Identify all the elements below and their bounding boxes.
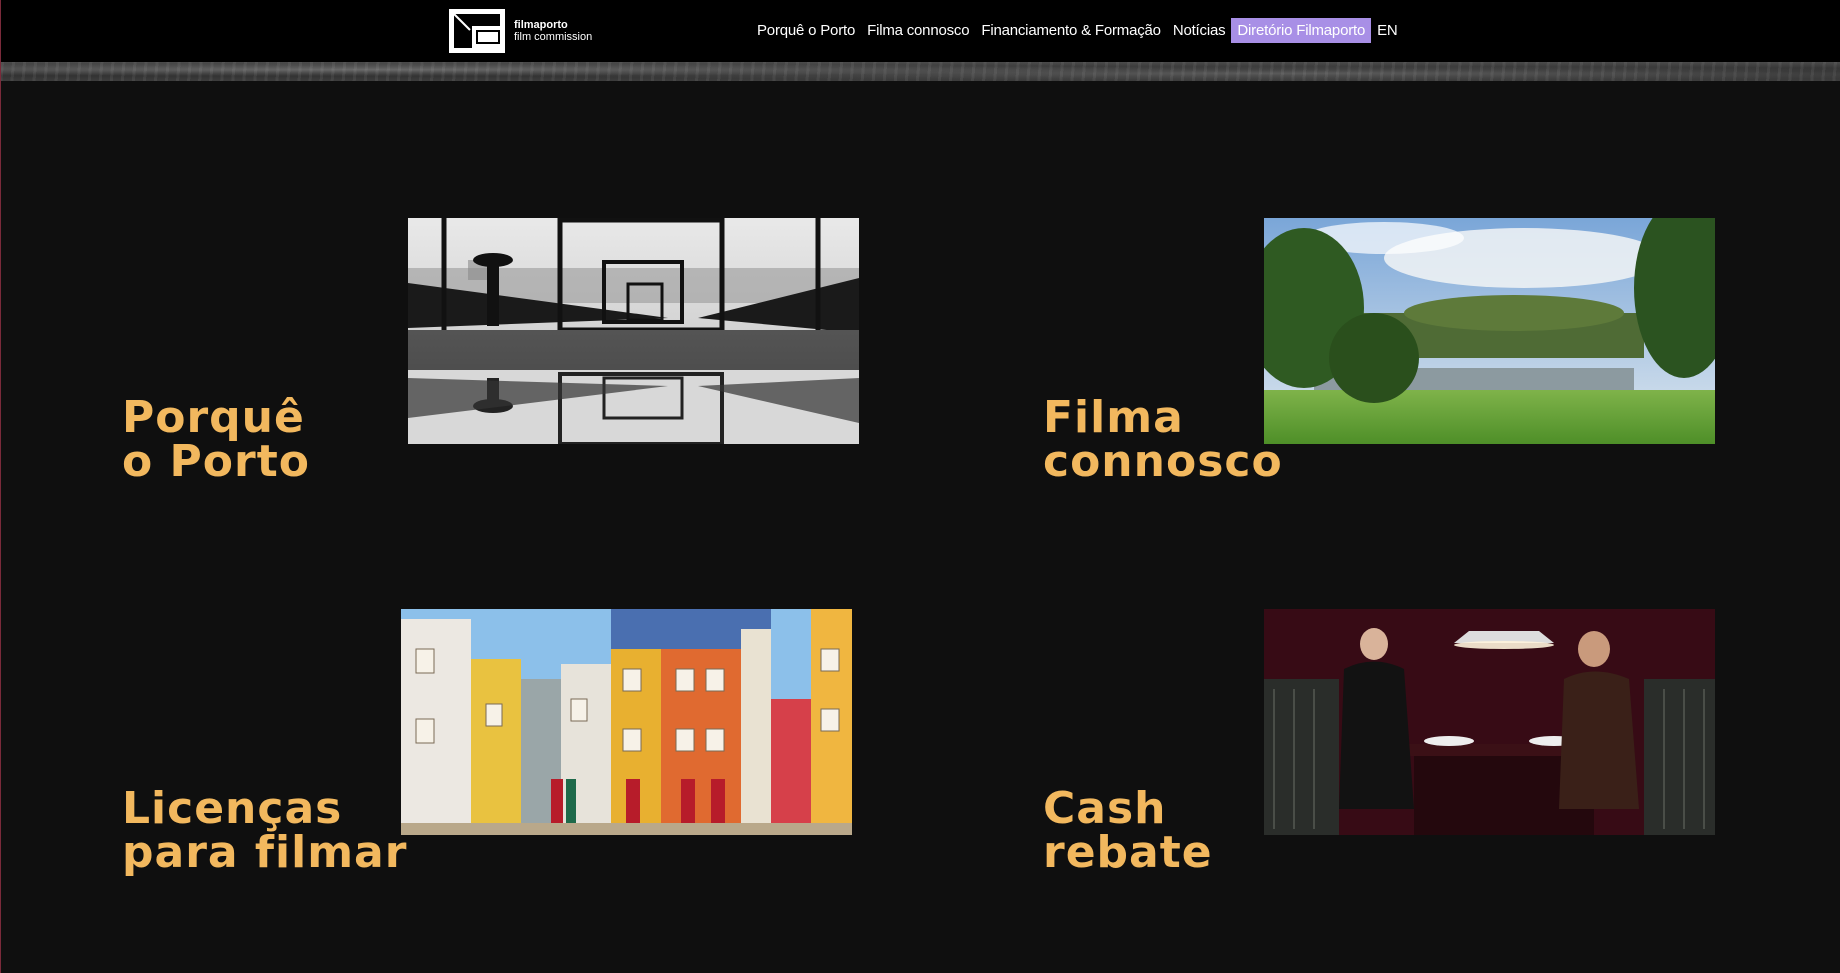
header-banner-strip xyxy=(1,62,1840,81)
park-photo-graphic xyxy=(1264,218,1715,444)
bridge-photo-graphic xyxy=(408,218,859,444)
language-switch-en[interactable]: EN xyxy=(1371,18,1403,43)
site-header: filmaporto film commission Porquê o Port… xyxy=(1,0,1840,62)
park-lake-photo[interactable] xyxy=(1264,218,1715,444)
houses-photo-graphic xyxy=(401,609,852,835)
filmaporto-logo-icon xyxy=(449,9,505,53)
nav-item-financiamento-formacao[interactable]: Financiamento & Formação xyxy=(975,18,1166,43)
card-title-cash-rebate[interactable]: Cash rebate xyxy=(1043,787,1213,875)
diner-couple-photo[interactable] xyxy=(1264,609,1715,835)
nav-item-noticias[interactable]: Notícias xyxy=(1167,18,1232,43)
colorful-houses-photo[interactable] xyxy=(401,609,852,835)
filmaporto-logo[interactable]: filmaporto film commission xyxy=(448,7,592,55)
nav-item-diretorio-filmaporto[interactable]: Diretório Filmaporto xyxy=(1231,18,1372,43)
card-title-porque-o-porto[interactable]: Porquê o Porto xyxy=(122,396,310,484)
card-title-filma-connosco[interactable]: Filma connosco xyxy=(1043,396,1283,484)
diner-photo-graphic xyxy=(1264,609,1715,835)
bridge-reflection-bw-photo[interactable] xyxy=(408,218,859,444)
logo-subtitle: film commission xyxy=(514,31,593,43)
page: filmaporto film commission Porquê o Port… xyxy=(0,0,1840,973)
nav-item-filma-connosco[interactable]: Filma connosco xyxy=(861,18,975,43)
nav-item-porque-o-porto[interactable]: Porquê o Porto xyxy=(751,18,861,43)
logo-name: filmaporto xyxy=(514,19,568,31)
card-title-licencas-para-filmar[interactable]: Licenças para filmar xyxy=(122,787,407,875)
main-nav: Porquê o Porto Filma connosco Financiame… xyxy=(751,18,1404,43)
